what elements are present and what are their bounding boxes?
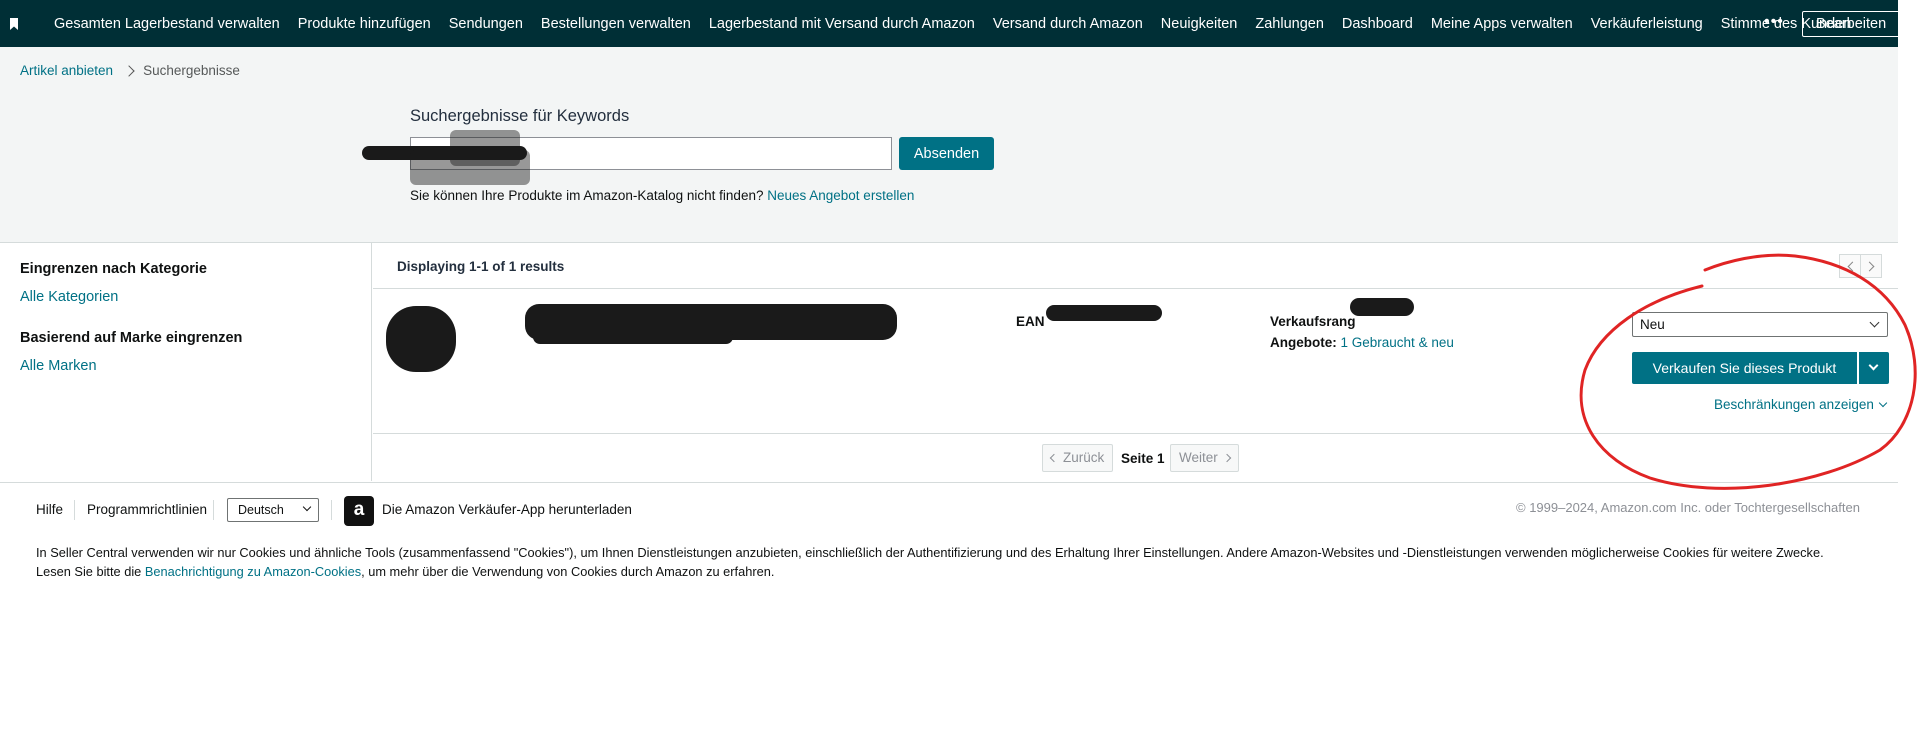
offers-label: Angebote:	[1270, 335, 1337, 350]
search-title: Suchergebnisse für Keywords	[410, 107, 630, 125]
offers-line: Angebote: 1 Gebraucht & neu	[1270, 335, 1454, 350]
nav-item-orders[interactable]: Bestellungen verwalten	[541, 16, 691, 32]
download-app-link[interactable]: Die Amazon Verkäufer-App herunterladen	[382, 502, 632, 517]
create-listing-link[interactable]: Neues Angebot erstellen	[767, 188, 914, 203]
edit-nav-button[interactable]: Bearbeiten	[1802, 11, 1901, 37]
results-header: Displaying 1-1 of 1 results	[373, 243, 1898, 289]
current-page-label: Seite 1	[1121, 451, 1165, 466]
language-select[interactable]: Deutsch	[227, 498, 319, 522]
next-page-icon[interactable]	[1860, 254, 1882, 278]
all-brands-link[interactable]: Alle Marken	[20, 358, 97, 374]
show-restrictions-link[interactable]: Beschränkungen anzeigen	[1714, 397, 1888, 412]
program-policies-link[interactable]: Programmrichtlinien	[87, 502, 207, 517]
redaction-mark	[410, 150, 530, 185]
sell-options-dropdown[interactable]	[1859, 352, 1889, 384]
nav-item-payments[interactable]: Zahlungen	[1255, 16, 1324, 32]
product-title-redacted	[533, 330, 733, 344]
ean-value-redacted	[1046, 305, 1162, 321]
condition-select[interactable]: Neu	[1632, 312, 1888, 337]
chevron-down-icon	[1869, 317, 1880, 328]
sales-rank-label: Verkaufsrang	[1270, 314, 1356, 329]
chevron-left-icon	[1049, 453, 1059, 463]
footer: Hilfe Programmrichtlinien Deutsch a Die …	[0, 482, 1898, 751]
sell-this-product-button[interactable]: Verkaufen Sie dieses Produkt	[1632, 352, 1857, 384]
top-navigation: Gesamten Lagerbestand verwalten Produkte…	[0, 0, 1901, 47]
language-value: Deutsch	[238, 503, 284, 517]
all-categories-link[interactable]: Alle Kategorien	[20, 289, 118, 305]
chevron-down-icon	[1868, 360, 1879, 371]
divider	[74, 500, 75, 520]
cookie-notice-pre: Lesen Sie bitte die	[36, 564, 142, 579]
copyright: © 1999–2024, Amazon.com Inc. oder Tochte…	[1516, 500, 1860, 515]
page: Gesamten Lagerbestand verwalten Produkte…	[0, 0, 1919, 751]
breadcrumb-link-list-items[interactable]: Artikel anbieten	[20, 63, 113, 78]
results-count: Displaying 1-1 of 1 results	[397, 259, 565, 274]
divider	[213, 500, 214, 520]
chevron-right-icon	[123, 64, 135, 77]
amazon-app-icon[interactable]: a	[344, 496, 374, 526]
help-link[interactable]: Hilfe	[36, 502, 63, 517]
bookmark-icon[interactable]	[8, 16, 20, 32]
next-page-button[interactable]: Weiter	[1170, 444, 1239, 472]
submit-button[interactable]: Absenden	[899, 137, 994, 170]
cookie-notice: In Seller Central verwenden wir nur Cook…	[36, 543, 1876, 581]
bottom-pager: Zurück Seite 1 Weiter	[373, 435, 1898, 481]
chevron-right-icon	[1222, 453, 1232, 463]
previous-page-button[interactable]: Zurück	[1042, 444, 1114, 472]
offers-link[interactable]: 1 Gebraucht & neu	[1341, 335, 1454, 350]
breadcrumb-current: Suchergebnisse	[143, 63, 240, 78]
results-panel: Displaying 1-1 of 1 results EAN Verkaufs…	[373, 243, 1898, 481]
cant-find-label: Sie können Ihre Produkte im Amazon-Katal…	[410, 188, 764, 203]
nav-item-fba-inventory[interactable]: Lagerbestand mit Versand durch Amazon	[709, 16, 975, 32]
more-menu-icon[interactable]: •••	[1764, 13, 1784, 31]
result-row: EAN Verkaufsrang Angebote: 1 Gebraucht &…	[373, 290, 1898, 434]
next-label: Weiter	[1179, 450, 1218, 465]
condition-value: Neu	[1640, 317, 1665, 332]
cookie-notice-link[interactable]: Benachrichtigung zu Amazon-Cookies	[145, 564, 361, 579]
search-area: Artikel anbieten Suchergebnisse Sucherge…	[0, 47, 1898, 243]
nav-item-performance[interactable]: Verkäuferleistung	[1591, 16, 1703, 32]
category-filter-heading: Eingrenzen nach Kategorie	[20, 261, 207, 277]
filter-panel: Eingrenzen nach Kategorie Alle Kategorie…	[0, 243, 372, 481]
cookie-notice-line1: In Seller Central verwenden wir nur Cook…	[36, 545, 1824, 560]
previous-label: Zurück	[1063, 450, 1105, 465]
breadcrumb: Artikel anbieten Suchergebnisse	[20, 63, 240, 78]
nav-item-inventory[interactable]: Gesamten Lagerbestand verwalten	[54, 16, 280, 32]
nav-item-news[interactable]: Neuigkeiten	[1161, 16, 1238, 32]
chevron-down-icon	[302, 502, 312, 512]
chevron-down-icon	[1878, 398, 1888, 407]
divider	[331, 500, 332, 520]
cant-find-text: Sie können Ihre Produkte im Amazon-Katal…	[410, 188, 914, 203]
nav-item-shipments[interactable]: Sendungen	[449, 16, 523, 32]
sales-rank-redacted	[1350, 298, 1414, 316]
nav-item-add-products[interactable]: Produkte hinzufügen	[298, 16, 431, 32]
nav-item-apps[interactable]: Meine Apps verwalten	[1431, 16, 1573, 32]
ean-label: EAN	[1016, 314, 1045, 329]
product-image-redacted	[386, 306, 456, 372]
brand-filter-heading: Basierend auf Marke eingrenzen	[20, 330, 243, 346]
cookie-notice-post: , um mehr über die Verwendung von Cookie…	[361, 564, 775, 579]
nav-item-fba[interactable]: Versand durch Amazon	[993, 16, 1143, 32]
restrictions-label: Beschränkungen anzeigen	[1714, 397, 1874, 412]
nav-item-dashboard[interactable]: Dashboard	[1342, 16, 1413, 32]
prev-page-icon[interactable]	[1839, 254, 1861, 278]
